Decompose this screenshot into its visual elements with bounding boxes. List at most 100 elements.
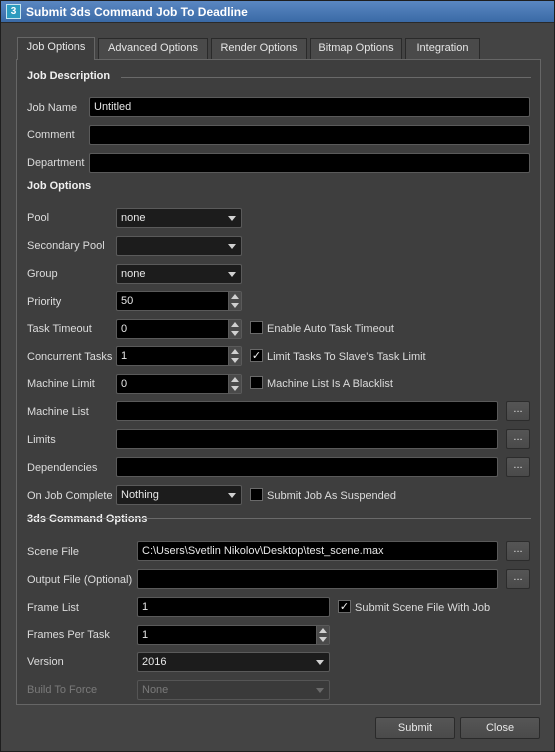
command-options-heading: 3ds Command Options (27, 513, 148, 525)
chevron-down-icon (228, 272, 236, 277)
dependencies-label: Dependencies (27, 462, 98, 474)
app-icon: 3 (6, 4, 21, 19)
auto-task-timeout-checkbox[interactable] (250, 321, 263, 334)
tab-job-options[interactable]: Job Options (17, 37, 95, 60)
limit-tasks-checkbox[interactable]: ✓ (250, 349, 263, 362)
pool-dropdown[interactable]: none (116, 208, 242, 228)
job-name-input[interactable]: Untitled (89, 97, 530, 117)
scene-file-browse-button[interactable]: ... (506, 541, 530, 561)
window-title: Submit 3ds Command Job To Deadline (26, 5, 248, 19)
build-to-force-dropdown[interactable]: None (137, 680, 330, 700)
machine-list-input[interactable] (116, 401, 498, 421)
version-label: Version (27, 656, 64, 668)
submit-button[interactable]: Submit (375, 717, 455, 739)
scene-file-input[interactable]: C:\Users\Svetlin Nikolov\Desktop\test_sc… (137, 541, 498, 561)
arrow-down-icon (319, 637, 327, 642)
arrow-up-icon (231, 349, 239, 354)
pool-value: none (121, 212, 146, 224)
submit-dialog: 3 Submit 3ds Command Job To Deadline Job… (0, 0, 555, 752)
chevron-down-icon (316, 688, 324, 693)
machine-list-label: Machine List (27, 406, 89, 418)
suspended-label: Submit Job As Suspended (267, 490, 397, 502)
concurrent-tasks-label: Concurrent Tasks (27, 351, 113, 363)
section-divider (121, 77, 531, 78)
tab-bitmap-options[interactable]: Bitmap Options (310, 38, 402, 59)
arrow-down-icon (231, 303, 239, 308)
machine-limit-spinbox[interactable]: 0 (116, 374, 242, 394)
task-timeout-spinbox[interactable]: 0 (116, 319, 242, 339)
version-value: 2016 (142, 656, 167, 668)
frames-per-task-spinbox[interactable]: 1 (137, 625, 330, 645)
frame-list-input[interactable]: 1 (137, 597, 330, 617)
arrow-down-icon (231, 386, 239, 391)
title-bar[interactable]: 3 Submit 3ds Command Job To Deadline (1, 1, 554, 23)
close-button[interactable]: Close (460, 717, 540, 739)
chevron-down-icon (316, 660, 324, 665)
job-description-heading: Job Description (27, 70, 111, 82)
secondary-pool-dropdown[interactable] (116, 236, 242, 256)
output-file-input[interactable] (137, 569, 498, 589)
output-file-browse-button[interactable]: ... (506, 569, 530, 589)
section-divider (27, 518, 531, 519)
tab-advanced-options[interactable]: Advanced Options (98, 38, 208, 59)
limits-browse-button[interactable]: ... (506, 429, 530, 449)
concurrent-tasks-value: 1 (121, 350, 128, 362)
spinner-arrows[interactable] (316, 626, 329, 644)
spinner-arrows[interactable] (228, 375, 241, 393)
limits-label: Limits (27, 434, 56, 446)
version-dropdown[interactable]: 2016 (137, 652, 330, 672)
build-to-force-label: Build To Force (27, 684, 98, 696)
department-input[interactable] (89, 153, 530, 173)
on-job-complete-dropdown[interactable]: Nothing (116, 485, 242, 505)
tab-integration[interactable]: Integration (405, 38, 480, 59)
group-label: Group (27, 268, 58, 280)
frame-list-label: Frame List (27, 602, 79, 614)
blacklist-label: Machine List Is A Blacklist (267, 378, 393, 390)
task-timeout-label: Task Timeout (27, 323, 92, 335)
frames-per-task-label: Frames Per Task (27, 629, 110, 641)
build-to-force-value: None (142, 684, 169, 696)
submit-scene-label: Submit Scene File With Job (355, 602, 491, 614)
dependencies-browse-button[interactable]: ... (506, 457, 530, 477)
output-file-label: Output File (Optional) (27, 574, 133, 586)
arrow-up-icon (319, 628, 327, 633)
group-value: none (121, 268, 146, 280)
arrow-up-icon (231, 294, 239, 299)
spinner-arrows[interactable] (228, 320, 241, 338)
comment-label: Comment (27, 129, 75, 141)
arrow-up-icon (231, 322, 239, 327)
submit-scene-checkbox[interactable]: ✓ (338, 600, 351, 613)
job-options-heading: Job Options (27, 180, 92, 192)
arrow-down-icon (231, 331, 239, 336)
tab-render-options[interactable]: Render Options (211, 38, 307, 59)
chevron-down-icon (228, 244, 236, 249)
on-job-complete-value: Nothing (121, 489, 159, 501)
spinner-arrows[interactable] (228, 292, 241, 310)
dependencies-input[interactable] (116, 457, 498, 477)
arrow-down-icon (231, 358, 239, 363)
machine-limit-label: Machine Limit (27, 378, 95, 390)
on-job-complete-label: On Job Complete (27, 490, 113, 502)
priority-value: 50 (121, 295, 134, 307)
concurrent-tasks-spinbox[interactable]: 1 (116, 346, 242, 366)
machine-list-browse-button[interactable]: ... (506, 401, 530, 421)
task-timeout-value: 0 (121, 323, 128, 335)
department-label: Department (27, 157, 85, 169)
limits-input[interactable] (116, 429, 498, 449)
arrow-up-icon (231, 377, 239, 382)
blacklist-checkbox[interactable] (250, 376, 263, 389)
chevron-down-icon (228, 493, 236, 498)
group-dropdown[interactable]: none (116, 264, 242, 284)
pool-label: Pool (27, 212, 50, 224)
limit-tasks-label: Limit Tasks To Slave's Task Limit (267, 351, 426, 363)
job-name-label: Job Name (27, 102, 78, 114)
scene-file-label: Scene File (27, 546, 79, 558)
priority-label: Priority (27, 296, 62, 308)
suspended-checkbox[interactable] (250, 488, 263, 501)
comment-input[interactable] (89, 125, 530, 145)
spinner-arrows[interactable] (228, 347, 241, 365)
auto-task-timeout-label: Enable Auto Task Timeout (267, 323, 394, 335)
frames-per-task-value: 1 (142, 629, 149, 641)
secondary-pool-label: Secondary Pool (27, 240, 105, 252)
priority-spinbox[interactable]: 50 (116, 291, 242, 311)
